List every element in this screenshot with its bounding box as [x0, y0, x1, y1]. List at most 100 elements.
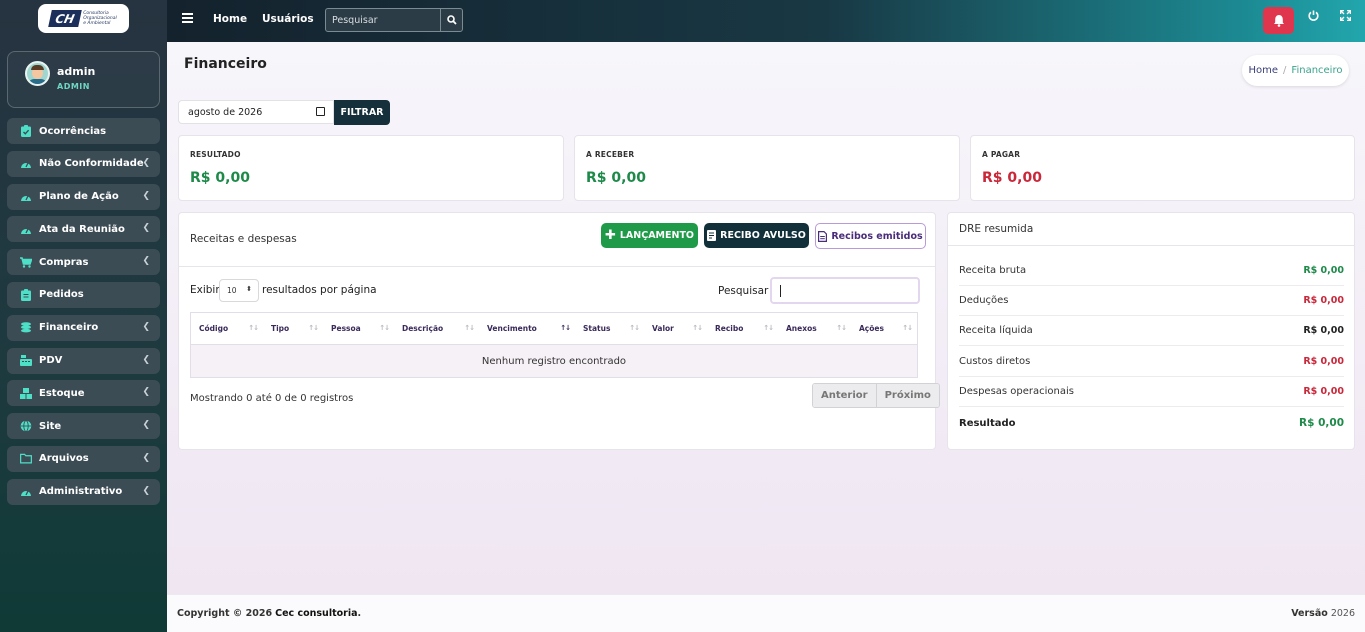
breadcrumb: Home / Financeiro	[1242, 55, 1349, 86]
dre-row-custos-diretos: Custos diretos R$ 0,00	[959, 347, 1344, 377]
column-header-descricao[interactable]: Descrição ↑↓	[394, 313, 479, 345]
chevron-left-icon: ❮	[142, 157, 150, 168]
footer: Copyright © 2026 Cec consultoria. Versão…	[167, 594, 1365, 632]
chevron-left-icon: ❮	[142, 485, 150, 496]
column-header-vencimento[interactable]: Vencimento ↑↓	[479, 313, 575, 345]
dre-row-deducoes: Deduções R$ 0,00	[959, 286, 1344, 316]
issued-receipts-button[interactable]: Recibos emitidos	[815, 223, 926, 249]
table-search-input[interactable]	[770, 277, 920, 304]
search-icon	[446, 15, 457, 25]
length-suffix: resultados por página	[262, 284, 377, 296]
table-header: Código ↑↓ Tipo ↑↓ Pessoa ↑↓ Descrição ↑↓ Ven…	[191, 313, 917, 345]
breadcrumb-separator: /	[1283, 65, 1287, 76]
avatar	[25, 61, 50, 86]
sidebar-item-site[interactable]: Site ❮	[7, 413, 160, 440]
logo-mark: CH	[48, 10, 83, 27]
divider	[179, 266, 935, 267]
stat-value: R$ 0,00	[586, 170, 646, 186]
chevron-left-icon: ❮	[142, 420, 150, 431]
sidebar-item-financeiro[interactable]: Financeiro ❮	[7, 314, 160, 341]
sidebar-item-ocorrencias[interactable]: Ocorrências	[7, 118, 160, 144]
standalone-receipt-button[interactable]: RECIBO AVULSO	[704, 223, 809, 248]
sort-icon: ↑↓	[692, 324, 703, 332]
dashboard-gauge-icon	[20, 486, 32, 498]
company-link[interactable]: Cec consultoria	[275, 608, 357, 619]
column-header-acoes[interactable]: Ações ↑↓	[851, 313, 917, 345]
filter-button[interactable]: FILTRAR	[334, 100, 390, 125]
brand-logo[interactable]: CH Consultoria Organizacional e Ambienta…	[38, 4, 129, 33]
sidebar-item-ata-da-reuniao[interactable]: Ata da Reunião ❮	[7, 216, 160, 243]
version: Versão 2026	[1291, 608, 1355, 619]
user-card[interactable]: admin ADMIN	[7, 51, 160, 108]
dashboard-gauge-icon	[20, 191, 32, 203]
text-caret	[780, 285, 781, 297]
sidebar-item-compras[interactable]: Compras ❮	[7, 249, 160, 276]
top-search-input[interactable]	[326, 9, 440, 31]
search-button[interactable]	[440, 9, 462, 31]
stat-card-resultado: RESULTADO R$ 0,00	[178, 135, 564, 201]
breadcrumb-current: Financeiro	[1291, 65, 1343, 76]
notifications-button[interactable]	[1263, 7, 1294, 34]
clipboard-check-icon	[20, 125, 32, 137]
divider	[948, 245, 1354, 246]
sidebar-item-plano-de-acao[interactable]: Plano de Ação ❮	[7, 183, 160, 210]
stat-label: A RECEBER	[586, 150, 635, 159]
sort-desc-icon: ↑↓	[560, 324, 571, 332]
receipt-icon	[707, 230, 717, 241]
sidebar-item-administrativo[interactable]: Administrativo ❮	[7, 478, 160, 505]
stat-value: R$ 0,00	[982, 170, 1042, 186]
sidebar-item-nao-conformidade[interactable]: Não Conformidade ❮	[7, 150, 160, 177]
column-header-recibo[interactable]: Recibo ↑↓	[707, 313, 778, 345]
panel-title: Receitas e despesas	[190, 233, 297, 245]
calendar-icon[interactable]	[316, 107, 325, 116]
transactions-table: Código ↑↓ Tipo ↑↓ Pessoa ↑↓ Descrição ↑↓ Ven…	[190, 312, 918, 378]
sidebar-item-pedidos[interactable]: Pedidos	[7, 281, 160, 308]
panel-title: DRE resumida	[959, 223, 1034, 235]
dre-panel: DRE resumida Receita bruta R$ 0,00 Deduçõ…	[947, 212, 1355, 450]
pagination-next-button[interactable]: Próximo	[875, 384, 939, 407]
chevron-left-icon: ❮	[142, 190, 150, 201]
logo-text: Consultoria Organizacional e Ambiental	[83, 11, 117, 26]
sidebar-item-pdv[interactable]: PDV ❮	[7, 347, 160, 374]
user-role: ADMIN	[57, 82, 90, 91]
pagination-previous-button[interactable]: Anterior	[813, 384, 876, 407]
sort-icon: ↑↓	[464, 324, 475, 332]
sort-icon: ↑↓	[308, 324, 319, 332]
power-icon[interactable]	[1308, 10, 1319, 24]
plus-icon: ✚	[604, 227, 616, 243]
table-empty-row: Nenhum registro encontrado	[191, 345, 917, 377]
column-header-status[interactable]: Status ↑↓	[575, 313, 644, 345]
user-name: admin	[57, 65, 96, 78]
sidebar-item-estoque[interactable]: Estoque ❮	[7, 380, 160, 407]
column-header-valor[interactable]: Valor ↑↓	[644, 313, 707, 345]
sort-icon: ↑↓	[629, 324, 640, 332]
cash-register-icon	[20, 355, 32, 367]
page-length-select[interactable]: 10 ⬍	[219, 279, 259, 302]
nav-home-link[interactable]: Home	[213, 13, 247, 25]
stat-label: RESULTADO	[190, 150, 241, 159]
topbar: Home Usuários	[167, 0, 1365, 42]
dre-row-despesas-operacionais: Despesas operacionais R$ 0,00	[959, 377, 1344, 407]
menu-toggle-icon[interactable]	[182, 13, 193, 23]
nav-users-link[interactable]: Usuários	[262, 13, 314, 25]
sidebar-item-arquivos[interactable]: Arquivos ❮	[7, 445, 160, 472]
select-arrows-icon: ⬍	[246, 285, 252, 293]
breadcrumb-home[interactable]: Home	[1249, 65, 1279, 76]
sort-icon: ↑↓	[248, 324, 259, 332]
sort-icon: ↑↓	[902, 324, 913, 332]
dre-row-resultado: Resultado R$ 0,00	[959, 417, 1344, 429]
file-icon	[818, 230, 828, 242]
dashboard-gauge-icon	[20, 158, 32, 170]
main-content: Financeiro Home / Financeiro agosto de 2…	[167, 42, 1365, 594]
column-header-codigo[interactable]: Código ↑↓	[191, 313, 263, 345]
fullscreen-icon[interactable]	[1339, 9, 1352, 24]
column-header-tipo[interactable]: Tipo ↑↓	[263, 313, 323, 345]
table-info: Mostrando 0 até 0 de 0 registros	[190, 393, 354, 404]
add-entry-button[interactable]: ✚ LANÇAMENTO	[601, 223, 698, 248]
column-header-pessoa[interactable]: Pessoa ↑↓	[323, 313, 394, 345]
globe-icon	[20, 420, 32, 432]
dre-row-receita-liquida: Receita líquida R$ 0,00	[959, 316, 1344, 346]
column-header-anexos[interactable]: Anexos ↑↓	[778, 313, 851, 345]
chevron-left-icon: ❮	[142, 256, 150, 267]
month-filter-input[interactable]: agosto de 2026	[178, 100, 334, 124]
